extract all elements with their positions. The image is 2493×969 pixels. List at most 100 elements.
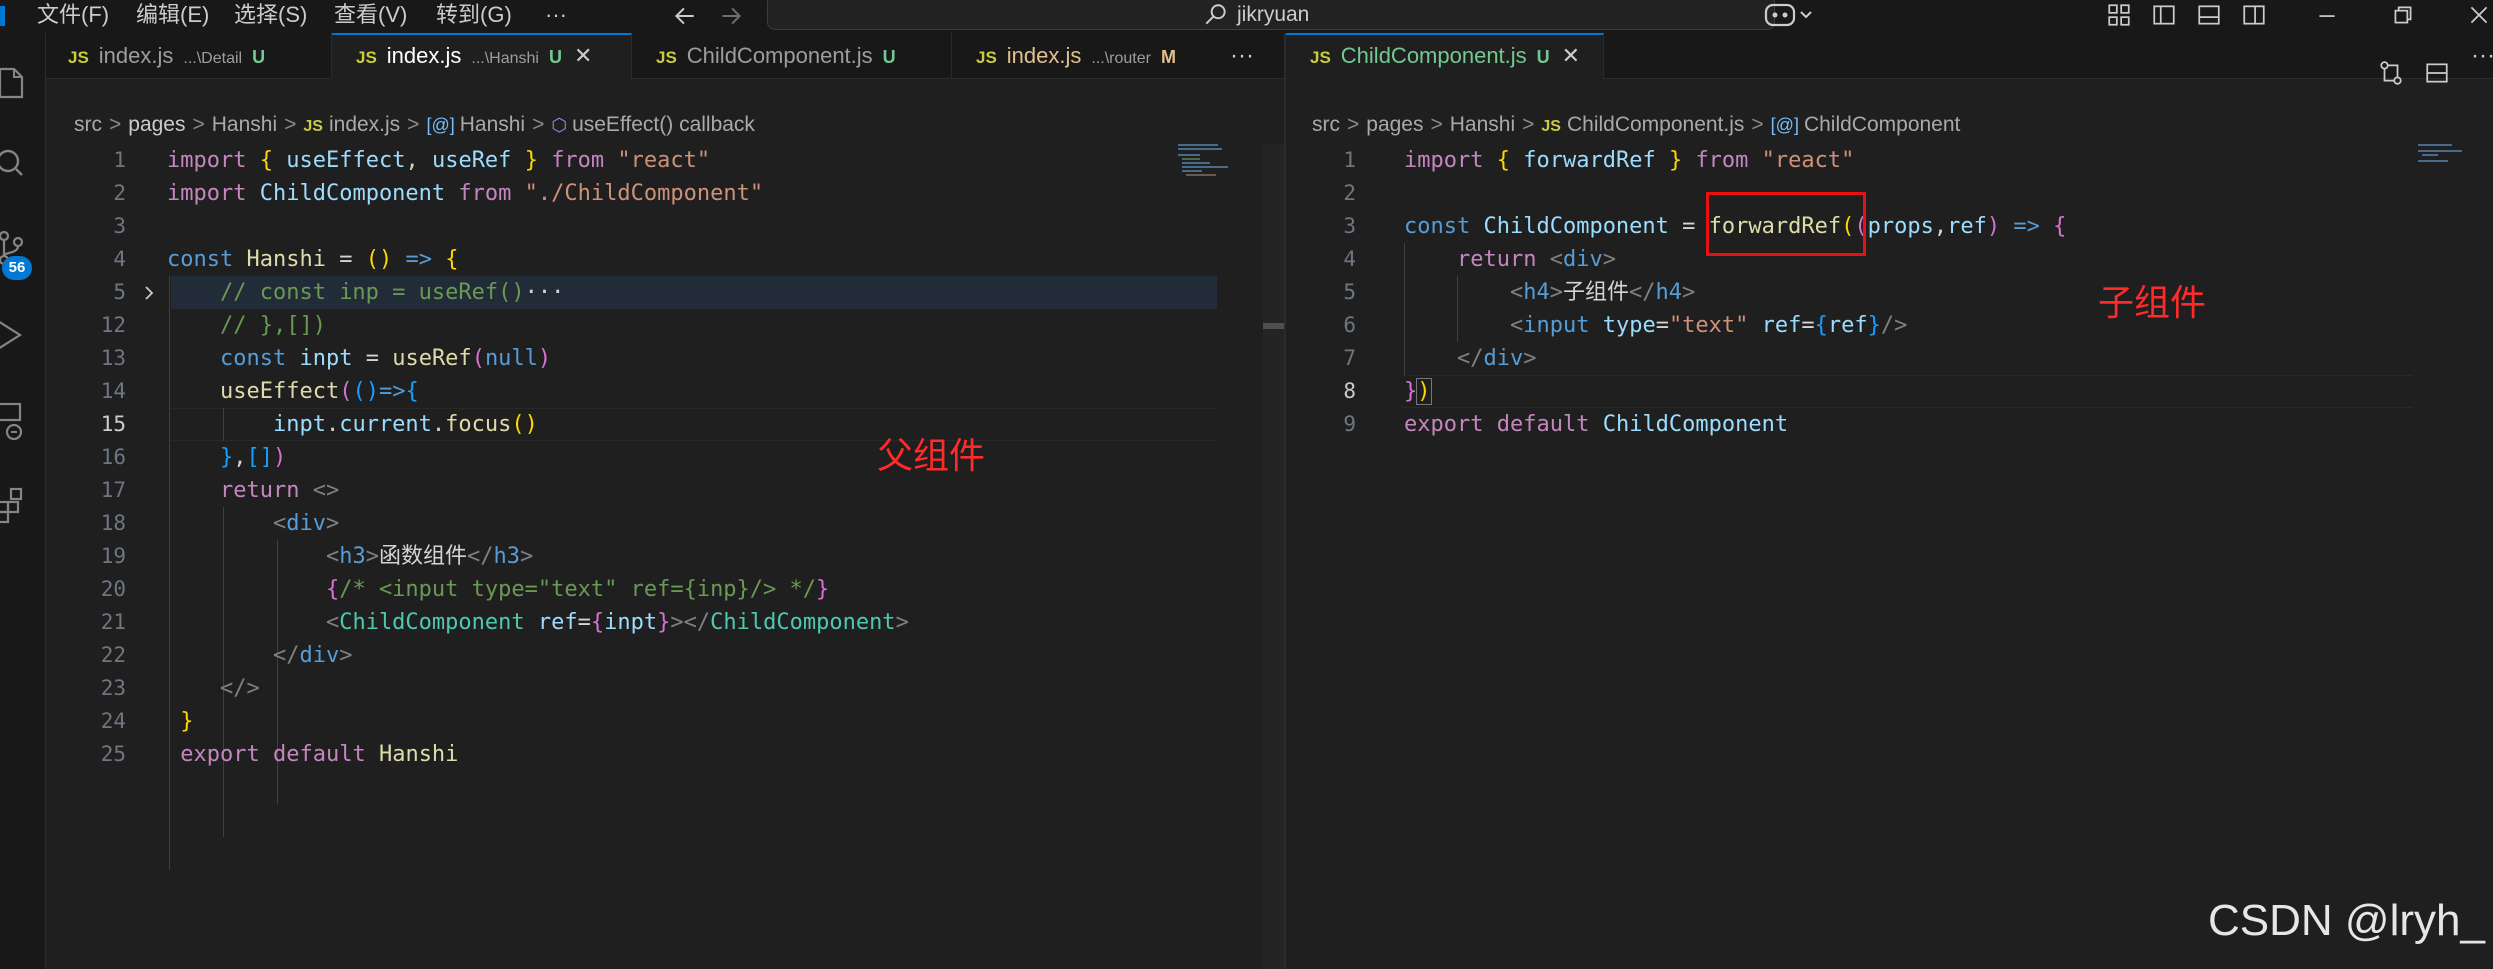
code-line: </> bbox=[219, 676, 260, 701]
code-line: export default Hanshi bbox=[180, 742, 459, 767]
js-file-icon: JS bbox=[976, 48, 997, 67]
line-number: 22 bbox=[100, 643, 126, 667]
line-number: 21 bbox=[100, 610, 126, 634]
line-number: 6 bbox=[1343, 313, 1356, 337]
arrow-right-icon[interactable] bbox=[714, 0, 748, 30]
breadcrumb-file[interactable]: index.js bbox=[329, 113, 400, 136]
toggle-panel-icon[interactable] bbox=[2196, 2, 2222, 33]
line-number: 13 bbox=[100, 346, 126, 370]
line-number: 1 bbox=[1343, 148, 1356, 172]
line-number-current: 8 bbox=[1343, 379, 1356, 403]
code-line: return <div> bbox=[1456, 247, 1616, 272]
menu-edit[interactable]: 编辑(E) bbox=[136, 0, 209, 30]
search-icon bbox=[1203, 2, 1229, 33]
tab-description: ...\router bbox=[1091, 50, 1151, 67]
close-tab-icon[interactable]: ✕ bbox=[1562, 43, 1580, 68]
right-code-editor[interactable]: 1 2 3 4 5 6 7 8 9 import { forwardRef } … bbox=[1286, 144, 2493, 969]
tab-description: ...\Hanshi bbox=[471, 50, 539, 67]
explorer-icon[interactable] bbox=[0, 63, 26, 108]
breadcrumb-symbol[interactable]: Hanshi bbox=[460, 113, 525, 136]
highlight-box-forwardref bbox=[1706, 192, 1866, 256]
code-line: </div> bbox=[272, 643, 353, 668]
minimize-icon[interactable] bbox=[2314, 2, 2340, 33]
line-number: 4 bbox=[113, 247, 126, 271]
tab-git-status: U bbox=[882, 47, 896, 67]
breadcrumb-callback[interactable]: useEffect() callback bbox=[572, 113, 755, 136]
line-number: 9 bbox=[1343, 412, 1356, 436]
right-minimap[interactable] bbox=[2418, 144, 2468, 164]
restore-icon[interactable] bbox=[2390, 2, 2416, 33]
js-file-icon: JS bbox=[1310, 48, 1331, 67]
symbol-method-icon: ⬡ bbox=[551, 115, 568, 135]
js-file-icon: JS bbox=[356, 48, 377, 67]
breadcrumb-hanshi[interactable]: Hanshi bbox=[1450, 113, 1515, 136]
line-number: 17 bbox=[100, 478, 126, 502]
menu-selection[interactable]: 选择(S) bbox=[234, 0, 307, 30]
run-debug-icon[interactable] bbox=[0, 315, 26, 360]
tab-label: ChildComponent.js bbox=[686, 43, 873, 68]
tab-index-router[interactable]: JS index.js ...\router M bbox=[952, 33, 1212, 79]
more-actions-icon[interactable]: ··· bbox=[1230, 33, 1254, 79]
symbol-variable-icon: [@] bbox=[1770, 115, 1799, 135]
line-number: 25 bbox=[100, 742, 126, 766]
left-minimap[interactable] bbox=[1178, 144, 1228, 184]
search-text: jikryuan bbox=[1237, 3, 1310, 26]
code-line: <div> bbox=[272, 511, 340, 536]
line-number: 18 bbox=[100, 511, 126, 535]
line-number: 5 bbox=[1343, 280, 1356, 304]
copilot-icon[interactable] bbox=[1763, 1, 1815, 34]
chevron-right-icon: > bbox=[284, 113, 297, 136]
breadcrumb-right: src > pages > Hanshi > JS ChildComponent.js > [@]… bbox=[1312, 108, 1960, 142]
more-actions-icon[interactable]: ··· bbox=[2471, 33, 2493, 79]
current-line-highlight bbox=[1402, 375, 2413, 408]
line-number: 24 bbox=[100, 709, 126, 733]
code-line: inpt.current.focus() bbox=[272, 412, 538, 437]
close-window-icon[interactable] bbox=[2466, 2, 2492, 33]
toggle-primary-sidebar-icon[interactable] bbox=[2151, 2, 2177, 33]
tab-childcomponent[interactable]: JS ChildComponent.js U bbox=[632, 33, 952, 79]
source-control-badge: 56 bbox=[2, 256, 32, 280]
tab-index-detail[interactable]: JS index.js ...\Detail U bbox=[46, 33, 332, 79]
search-activity-icon[interactable] bbox=[0, 145, 26, 186]
fold-chevron-right-icon[interactable] bbox=[140, 284, 158, 307]
breadcrumb-hanshi[interactable]: Hanshi bbox=[212, 113, 277, 136]
js-file-icon: JS bbox=[68, 48, 89, 67]
tab-label: index.js bbox=[1006, 43, 1082, 68]
breadcrumb-file[interactable]: ChildComponent.js bbox=[1567, 113, 1744, 136]
code-line: // },[]) bbox=[219, 313, 326, 338]
tab-label: index.js bbox=[98, 43, 174, 68]
toggle-secondary-sidebar-icon[interactable] bbox=[2241, 2, 2267, 33]
split-editor-icon[interactable] bbox=[2424, 60, 2450, 91]
customize-layout-icon[interactable] bbox=[2106, 2, 2132, 33]
line-number: 3 bbox=[1343, 214, 1356, 238]
remote-explorer-icon[interactable] bbox=[0, 400, 26, 449]
line-number: 20 bbox=[100, 577, 126, 601]
code-line: const inpt = useRef(null) bbox=[219, 346, 552, 371]
open-changes-icon[interactable] bbox=[2378, 60, 2404, 91]
line-number: 4 bbox=[1343, 247, 1356, 271]
tab-label: index.js bbox=[386, 43, 462, 68]
line-number: 7 bbox=[1343, 346, 1356, 370]
code-line: export default ChildComponent bbox=[1404, 412, 1789, 437]
breadcrumb-pages[interactable]: pages bbox=[128, 113, 185, 136]
chevron-right-icon: > bbox=[1430, 113, 1443, 136]
js-file-icon: JS bbox=[656, 48, 677, 67]
menu-file[interactable]: 文件(F) bbox=[37, 0, 109, 30]
tab-childcomponent-right[interactable]: JS ChildComponent.js U ✕ bbox=[1286, 33, 1604, 79]
extensions-icon[interactable] bbox=[0, 484, 26, 533]
menu-go[interactable]: 转到(G) bbox=[436, 0, 512, 30]
menu-more[interactable]: ··· bbox=[545, 0, 567, 30]
menu-view[interactable]: 查看(V) bbox=[334, 0, 407, 30]
tab-index-hanshi[interactable]: JS index.js ...\Hanshi U ✕ bbox=[332, 33, 632, 79]
breadcrumb-pages[interactable]: pages bbox=[1366, 113, 1423, 136]
breadcrumb-src[interactable]: src bbox=[74, 113, 102, 136]
left-code-editor[interactable]: 1 2 3 4 5 12 13 14 15 16 17 18 19 20 21 … bbox=[46, 144, 1263, 969]
arrow-left-icon[interactable] bbox=[668, 0, 702, 30]
breadcrumb-src[interactable]: src bbox=[1312, 113, 1340, 136]
close-tab-icon[interactable]: ✕ bbox=[574, 43, 592, 68]
tab-description: ...\Detail bbox=[183, 50, 243, 67]
tab-git-status: U bbox=[1536, 47, 1550, 67]
breadcrumb-symbol[interactable]: ChildComponent bbox=[1804, 113, 1960, 136]
code-line: <h3>函数组件</h3> bbox=[325, 544, 534, 569]
code-line: return <> bbox=[219, 478, 340, 503]
